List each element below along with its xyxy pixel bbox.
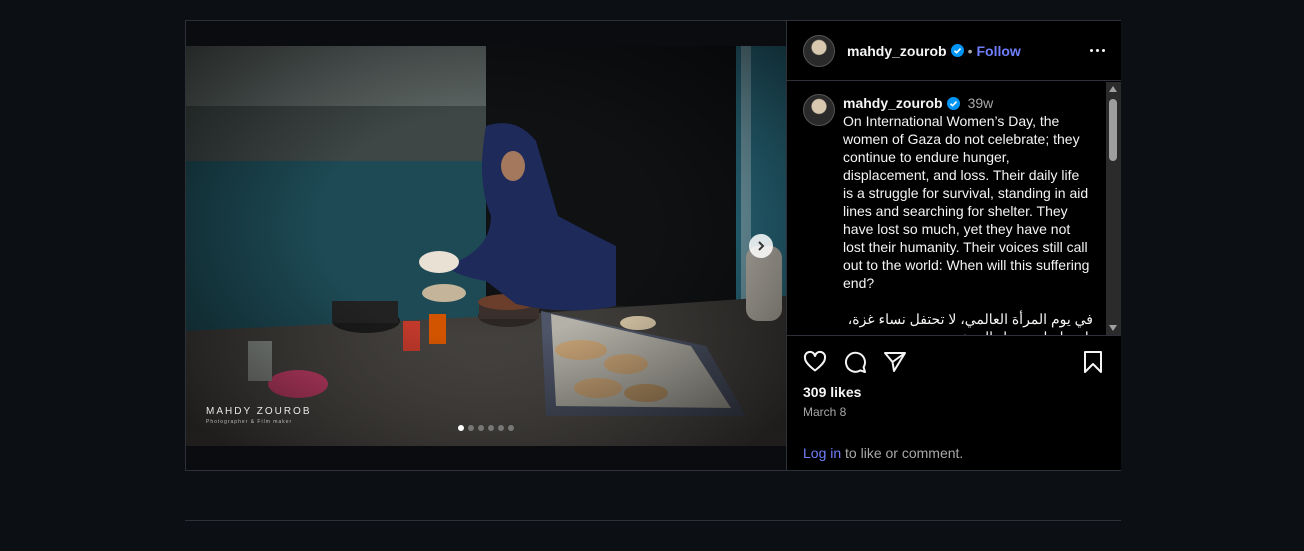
carousel-next-button[interactable] [749, 234, 773, 258]
photo-scene [186, 46, 786, 446]
watermark-subtitle: Photographer & Film maker [206, 419, 293, 425]
post-card: MAHDY ZOUROB Photographer & Film maker m… [185, 20, 1121, 471]
header-username[interactable]: mahdy_zourob [847, 43, 947, 59]
post-photo[interactable]: MAHDY ZOUROB Photographer & Film maker [186, 46, 786, 446]
scroll-down-arrow-icon[interactable] [1109, 325, 1117, 331]
more-options-icon[interactable] [1090, 49, 1105, 52]
next-arrow-icon [758, 241, 765, 251]
caption-timestamp[interactable]: 39w [968, 94, 994, 112]
photo-watermark: MAHDY ZOUROB Photographer & Film maker [206, 406, 312, 425]
verified-badge-icon [946, 96, 960, 110]
caption-arabic: في يوم المرأة العالمي، لا تحتفل نساء غزة… [847, 311, 1093, 335]
login-prompt: Log in to like or comment. [803, 445, 963, 461]
carousel-indicator [458, 425, 514, 431]
verified-badge-icon [950, 44, 964, 57]
watermark-title: MAHDY ZOUROB [206, 406, 312, 417]
scroll-up-arrow-icon[interactable] [1109, 86, 1117, 92]
action-icons [803, 350, 907, 374]
caption-header: mahdy_zourob 39w [843, 94, 1093, 112]
login-link[interactable]: Log in [803, 445, 841, 461]
bookmark-icon[interactable] [1081, 350, 1105, 374]
post-side-panel: mahdy_zourob • Follow mahdy_zourob 39w O… [786, 21, 1121, 470]
likes-count[interactable]: 309 likes [803, 384, 861, 400]
caption: mahdy_zourob 39w On International Women’… [803, 94, 1093, 335]
scrollbar-thumb[interactable] [1109, 99, 1117, 161]
post-actions: 309 likes March 8 Log in to like or comm… [787, 335, 1121, 471]
caption-text-block: mahdy_zourob 39w On International Women’… [843, 94, 1093, 335]
share-icon[interactable] [883, 350, 907, 374]
caption-english: On International Women’s Day, the women … [843, 113, 1094, 291]
login-prompt-text: to like or comment. [841, 445, 964, 461]
avatar[interactable] [803, 34, 835, 67]
follow-button[interactable]: Follow [976, 43, 1020, 59]
header-separator: • [967, 42, 973, 59]
comments-section[interactable]: mahdy_zourob 39w On International Women’… [787, 82, 1121, 335]
caption-username[interactable]: mahdy_zourob [843, 94, 943, 112]
page-divider [185, 520, 1121, 521]
caption-avatar[interactable] [803, 94, 835, 126]
carousel-dot [458, 425, 464, 431]
post-header: mahdy_zourob • Follow [787, 21, 1121, 81]
carousel-dot [468, 425, 474, 431]
heart-icon[interactable] [803, 350, 827, 374]
carousel-dot [498, 425, 504, 431]
carousel-dot [508, 425, 514, 431]
post-date[interactable]: March 8 [803, 405, 846, 419]
carousel-dot [478, 425, 484, 431]
post-media: MAHDY ZOUROB Photographer & Film maker [186, 21, 786, 470]
comments-scrollbar[interactable] [1106, 82, 1121, 335]
carousel-dot [488, 425, 494, 431]
comment-icon[interactable] [843, 350, 867, 374]
